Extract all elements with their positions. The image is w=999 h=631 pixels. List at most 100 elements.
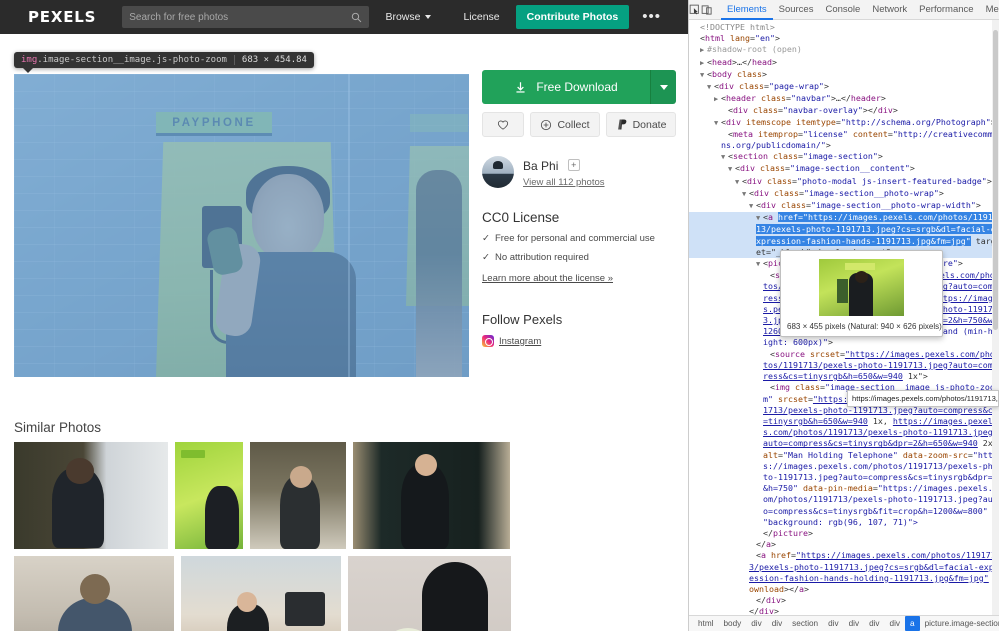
scrollbar-thumb[interactable] [993, 30, 998, 330]
favorite-button[interactable] [482, 112, 524, 137]
dom-token: ></ [862, 105, 878, 116]
contribute-photos-button[interactable]: Contribute Photos [515, 5, 630, 29]
download-options-button[interactable] [650, 70, 676, 104]
dom-tree-line[interactable]: ▶ <head>…</head> [689, 57, 999, 69]
expand-triangle-icon[interactable]: ▼ [756, 213, 763, 224]
selected-attribute-highlight[interactable]: href="https://images.pexels.com/photos/1… [756, 212, 998, 246]
expand-triangle-icon[interactable]: ▼ [714, 118, 721, 129]
dom-token: "image-section__photo-wrap" [803, 187, 939, 198]
breadcrumb-item-div[interactable]: div [885, 616, 905, 631]
expand-triangle-icon[interactable]: ▼ [749, 201, 756, 212]
expand-triangle-icon[interactable]: ▼ [756, 259, 763, 270]
dom-tree[interactable]: <!DOCTYPE html> <html lang="en"> ▶ #shadow-… [689, 20, 999, 615]
dom-token: a [768, 212, 773, 223]
dom-tree-line[interactable]: ▼ <div class="photo-modal js-insert-featu… [689, 176, 999, 188]
more-menu-icon[interactable]: ••• [629, 9, 674, 24]
dom-tree-line[interactable]: ▼ <section class="image-section"> [689, 151, 999, 163]
collect-button[interactable]: Collect [530, 112, 600, 137]
dom-tree-line[interactable]: </a> [689, 539, 999, 550]
expand-triangle-icon[interactable]: ▼ [735, 177, 742, 188]
nav-browse-label: Browse [385, 11, 421, 23]
expand-triangle-icon[interactable]: ▼ [728, 164, 735, 175]
collapse-triangle-icon[interactable]: ▶ [700, 45, 707, 56]
collapse-triangle-icon[interactable]: ▶ [700, 58, 707, 69]
dom-token: lang [724, 33, 750, 44]
inspect-element-icon[interactable] [689, 1, 701, 19]
main-photo-wrap[interactable]: PAYPHONE [14, 74, 469, 377]
similar-photo-thumb[interactable] [353, 442, 510, 549]
dom-tree-line[interactable]: </picture> [689, 528, 999, 539]
dom-tree-line[interactable]: <html lang="en"> [689, 33, 999, 44]
instagram-row[interactable]: Instagram [482, 335, 676, 347]
instagram-label[interactable]: Instagram [499, 336, 541, 347]
dom-tree-scrollbar[interactable] [992, 20, 999, 615]
tab-memory[interactable]: Memory [980, 0, 999, 20]
dom-tree-line[interactable]: ▼ <div itemscope itemtype="http://schema.… [689, 117, 999, 129]
tab-elements[interactable]: Elements [721, 0, 773, 20]
breadcrumb-item-picture-image-section-p[interactable]: picture.image-section__p [920, 616, 999, 631]
tab-console[interactable]: Console [819, 0, 866, 20]
breadcrumb-item-div[interactable]: div [844, 616, 864, 631]
similar-photo-thumb[interactable] [175, 442, 243, 549]
search-box[interactable] [122, 6, 370, 28]
dom-tree-line[interactable]: </div> [689, 606, 999, 615]
dom-token: header [726, 93, 756, 104]
similar-photo-thumb[interactable] [14, 442, 168, 549]
tab-network[interactable]: Network [866, 0, 913, 20]
dom-tree-line[interactable]: ▼ <div class="image-section__content"> [689, 163, 999, 175]
tab-performance[interactable]: Performance [913, 0, 979, 20]
similar-photo-thumb[interactable] [348, 556, 511, 631]
dom-tree-line[interactable]: <div class="navbar-overlay"></div> [689, 105, 999, 116]
screen-root: PEXELS Browse License Contribute Photos … [0, 0, 999, 631]
expand-triangle-icon[interactable]: ▼ [742, 189, 749, 200]
follow-author-button[interactable]: + [567, 158, 580, 171]
action-buttons-row: Collect Donate [482, 112, 676, 137]
similar-photo-thumb[interactable] [181, 556, 341, 631]
pexels-logo[interactable]: PEXELS [28, 8, 96, 26]
breadcrumb-item-html[interactable]: html [693, 616, 718, 631]
view-all-photos-link[interactable]: View all 112 photos [523, 177, 605, 188]
dom-token: > [957, 258, 963, 269]
dom-tree-line[interactable]: <meta itemprop="license" content="http:/… [689, 129, 999, 151]
expand-triangle-icon[interactable]: ▼ [721, 152, 728, 163]
dom-tree-line[interactable]: ▼ <div class="image-section__photo-wrap"> [689, 188, 999, 200]
similar-photo-thumb[interactable] [250, 442, 346, 549]
breadcrumb-item-div[interactable]: div [823, 616, 843, 631]
dom-tree-line[interactable]: </div> [689, 595, 999, 606]
dom-token: href [766, 550, 791, 561]
dom-tree-line[interactable]: <source srcset="https://images.pexels.co… [689, 349, 999, 383]
nav-browse[interactable]: Browse [369, 11, 447, 23]
breadcrumb-item-div[interactable]: div [864, 616, 884, 631]
tab-sources[interactable]: Sources [773, 0, 820, 20]
donate-button[interactable]: Donate [606, 112, 676, 137]
expand-triangle-icon[interactable]: ▼ [707, 82, 714, 93]
dom-tree-line[interactable]: ▶ #shadow-root (open) [689, 44, 999, 56]
breadcrumb-item-div[interactable]: div [767, 616, 787, 631]
free-download-button[interactable]: Free Download [482, 70, 650, 104]
license-learn-more-link[interactable]: Learn more about the license » [482, 273, 613, 284]
element-inspector-tooltip: img.image-section__image.js-photo-zoom 6… [14, 52, 314, 73]
expand-triangle-icon[interactable]: ▼ [700, 70, 707, 81]
dom-token: div [726, 116, 741, 127]
thumb-figure [66, 458, 94, 484]
dom-tree-line[interactable]: <!DOCTYPE html> [689, 22, 999, 33]
device-toolbar-icon[interactable] [701, 1, 713, 19]
avatar[interactable] [482, 156, 514, 188]
dom-tree-line[interactable]: ▼ <div class="image-section__photo-wrap-w… [689, 200, 999, 212]
dom-tree-line[interactable]: ▼ <body class> [689, 69, 999, 81]
dom-tree-line[interactable]: ▼ <div class="page-wrap"> [689, 81, 999, 93]
author-name[interactable]: Ba Phi [523, 159, 558, 173]
dom-token: > [771, 539, 776, 550]
similar-photo-thumb[interactable] [14, 556, 174, 631]
breadcrumb-item-div[interactable]: div [746, 616, 766, 631]
dom-token: img [775, 382, 790, 393]
dom-tree-line[interactable]: <a href="https://images.pexels.com/photo… [689, 550, 999, 595]
breadcrumb-item-section[interactable]: section [787, 616, 823, 631]
search-input[interactable] [129, 11, 352, 23]
nav-license[interactable]: License [447, 11, 515, 23]
breadcrumb-item-a[interactable]: a [905, 616, 920, 631]
collapse-triangle-icon[interactable]: ▶ [714, 94, 721, 105]
breadcrumb-item-body[interactable]: body [718, 616, 746, 631]
main-photo[interactable]: PAYPHONE [14, 74, 469, 377]
dom-tree-line[interactable]: ▶ <header class="navbar">…</header> [689, 93, 999, 105]
